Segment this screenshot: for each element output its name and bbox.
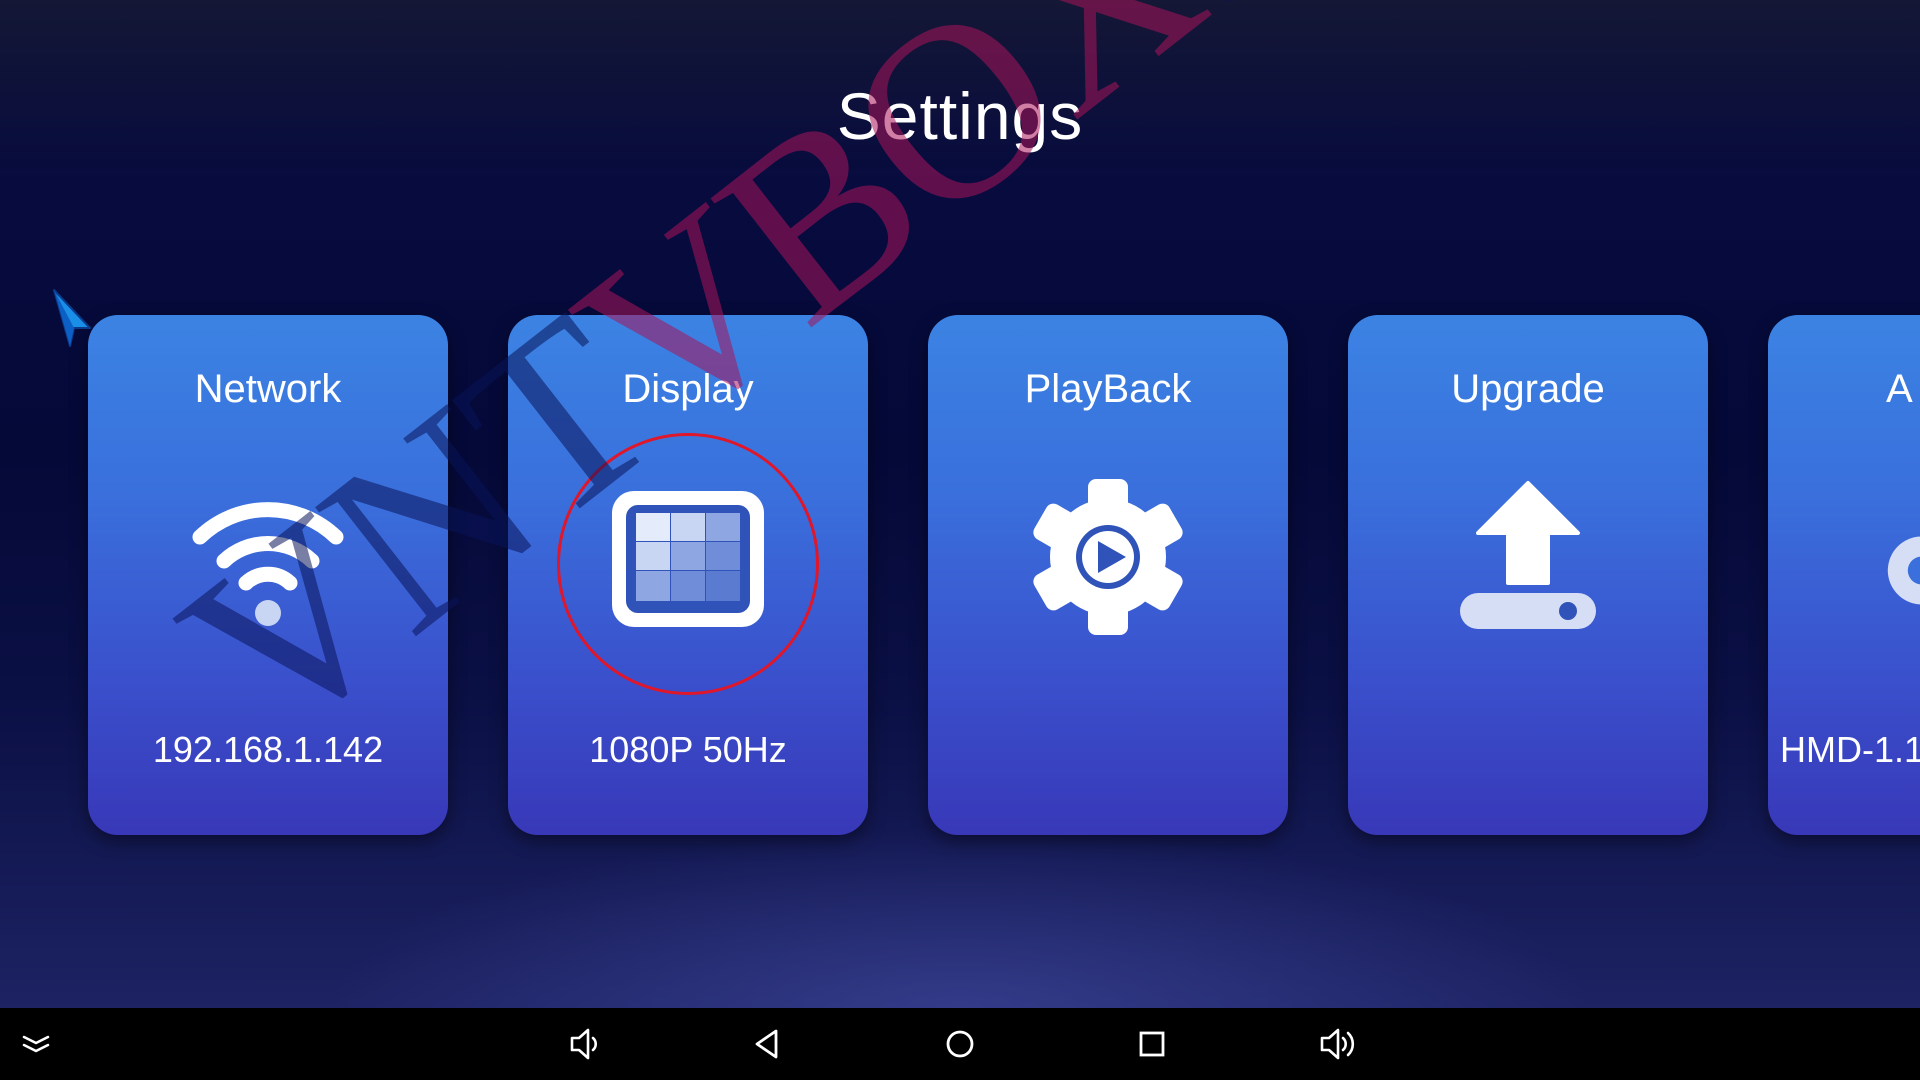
display-resolution: 1080P 50Hz — [589, 729, 787, 770]
playback-card[interactable]: PlayBack — [928, 315, 1288, 835]
wifi-icon — [188, 475, 348, 635]
network-card[interactable]: Network 192.168.1.142 — [88, 315, 448, 835]
about-card[interactable]: A HMD-1.1. — [1768, 315, 1920, 835]
card-title: Upgrade — [1451, 367, 1605, 411]
home-icon[interactable] — [934, 1018, 986, 1070]
card-title: Network — [194, 367, 342, 411]
card-title: PlayBack — [1024, 367, 1192, 411]
key-icon — [1868, 475, 1920, 635]
recents-icon[interactable] — [1126, 1018, 1178, 1070]
selection-ring — [557, 433, 819, 695]
settings-screen: Settings Network 192.168.1.142 Display 1… — [0, 0, 1920, 1080]
upload-icon — [1448, 475, 1608, 635]
firmware-version: HMD-1.1. — [1780, 729, 1920, 770]
expand-icon[interactable] — [10, 1018, 62, 1070]
mouse-cursor-icon — [50, 288, 94, 348]
back-icon[interactable] — [742, 1018, 794, 1070]
volume-up-icon[interactable] — [1312, 1018, 1364, 1070]
settings-cards: Network 192.168.1.142 Display 1080P 50Hz… — [0, 0, 1920, 1008]
playback-settings-icon — [1028, 475, 1188, 635]
volume-down-icon[interactable] — [558, 1018, 610, 1070]
card-title: Display — [622, 367, 754, 411]
ip-address: 192.168.1.142 — [152, 729, 384, 770]
navigation-bar — [0, 1008, 1920, 1080]
card-title: A — [1886, 367, 1913, 411]
upgrade-card[interactable]: Upgrade — [1348, 315, 1708, 835]
